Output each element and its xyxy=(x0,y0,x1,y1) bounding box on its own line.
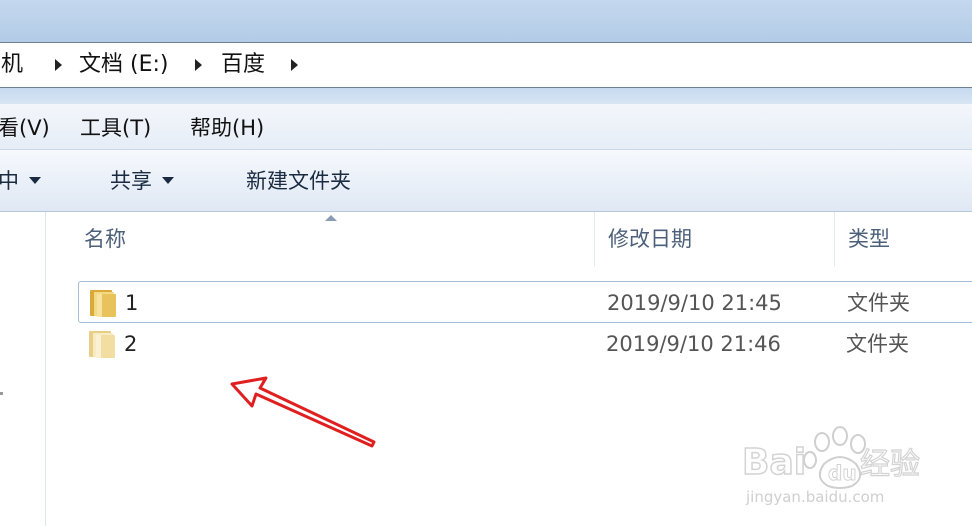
folder-icon xyxy=(89,331,115,358)
share-button[interactable]: 共享 xyxy=(110,168,174,194)
chevron-right-icon[interactable] xyxy=(291,59,298,71)
breadcrumb-computer[interactable]: 机 xyxy=(1,52,23,78)
address-bar[interactable]: 机 文档 (E:) 百度 xyxy=(0,42,972,88)
file-modified: 2019/9/10 21:46 xyxy=(606,332,781,356)
watermark-url: jingyan.baidu.com xyxy=(745,488,884,506)
navigation-pane[interactable] xyxy=(0,212,46,526)
menu-bar: 看(V) 工具(T) 帮助(H) xyxy=(0,104,972,150)
file-name: 2 xyxy=(124,332,138,356)
nav-pane-marker xyxy=(0,392,3,395)
file-row[interactable]: 1 2019/9/10 21:45 文件夹 xyxy=(78,281,972,323)
watermark-brand-cn: 经验 xyxy=(860,447,920,482)
menu-help[interactable]: 帮助(H) xyxy=(190,115,264,141)
chevron-right-icon[interactable] xyxy=(195,59,202,71)
dropdown-arrow-icon xyxy=(29,176,41,184)
menu-tools[interactable]: 工具(T) xyxy=(80,115,151,141)
chevron-right-icon[interactable] xyxy=(55,59,62,71)
column-header-name[interactable]: 名称 xyxy=(70,212,594,266)
file-type: 文件夹 xyxy=(847,291,910,315)
command-bar: 中 共享 新建文件夹 xyxy=(0,150,972,212)
include-in-library-label: 中 xyxy=(0,169,19,193)
watermark-brand-du: du xyxy=(828,461,857,485)
baidu-jingyan-watermark: Bai du 经验 jingyan.baidu.com xyxy=(741,426,921,506)
chrome-separator xyxy=(0,88,972,104)
breadcrumb-drive-e[interactable]: 文档 (E:) xyxy=(79,52,168,78)
new-folder-button[interactable]: 新建文件夹 xyxy=(246,168,351,194)
watermark-brand: Bai xyxy=(742,442,806,483)
file-name: 1 xyxy=(125,291,139,315)
file-type: 文件夹 xyxy=(846,332,909,356)
red-arrow-annotation xyxy=(230,376,376,448)
file-modified: 2019/9/10 21:45 xyxy=(607,291,782,315)
column-header-date[interactable]: 修改日期 xyxy=(594,212,834,266)
breadcrumb-baidu[interactable]: 百度 xyxy=(221,52,265,78)
include-in-library-button[interactable]: 中 xyxy=(0,168,41,194)
file-row[interactable]: 2 2019/9/10 21:46 文件夹 xyxy=(78,323,972,365)
dropdown-arrow-icon xyxy=(162,176,174,184)
column-header-type[interactable]: 类型 xyxy=(834,212,972,266)
share-label: 共享 xyxy=(110,169,152,193)
menu-view[interactable]: 看(V) xyxy=(0,115,50,141)
folder-icon xyxy=(90,290,116,317)
window-title-band xyxy=(0,0,972,42)
explorer-window: 机 文档 (E:) 百度 看(V) 工具(T) 帮助(H) 中 共享 新建文件夹… xyxy=(0,0,972,526)
